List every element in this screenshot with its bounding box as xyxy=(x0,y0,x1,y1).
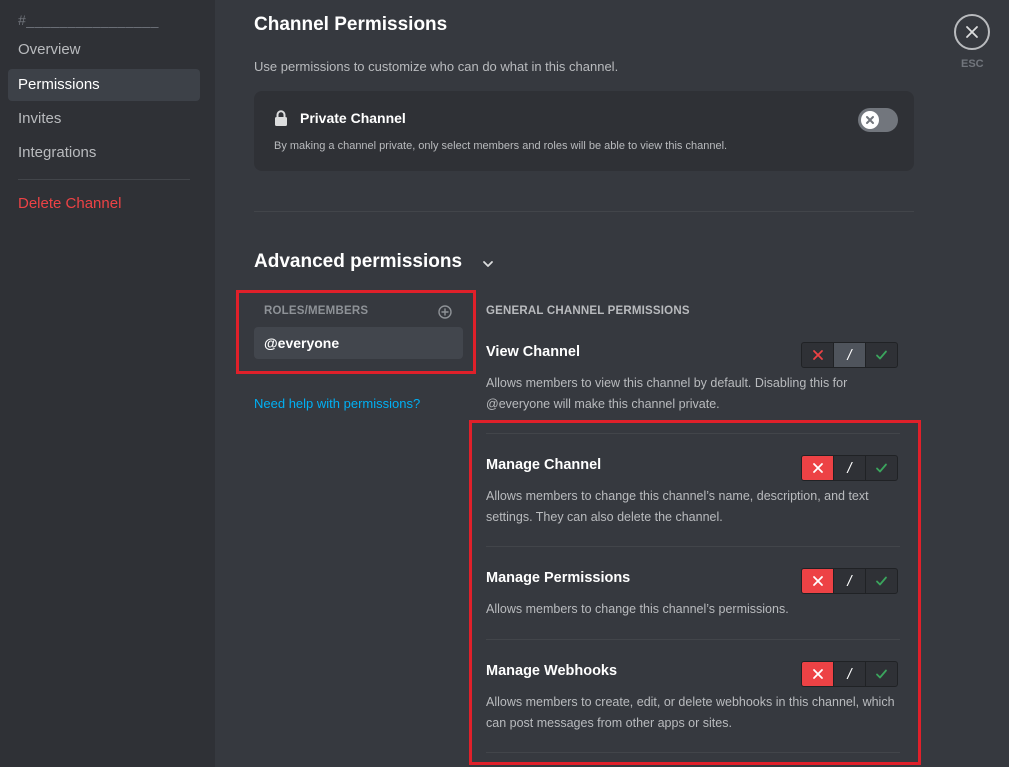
sidebar-item-invites[interactable]: Invites xyxy=(8,103,200,135)
deny-button[interactable] xyxy=(802,343,833,367)
permissions-help-link[interactable]: Need help with permissions? xyxy=(254,396,420,411)
sidebar-divider xyxy=(18,179,190,180)
private-channel-card: Private Channel By making a channel priv… xyxy=(254,91,914,171)
slash-icon: / xyxy=(847,346,852,364)
x-icon xyxy=(812,350,823,360)
lock-icon xyxy=(275,110,287,126)
check-icon xyxy=(876,350,887,360)
close-icon xyxy=(966,26,978,38)
permissions-highlight-box xyxy=(469,420,921,765)
page-description: Use permissions to customize who can do … xyxy=(254,59,619,74)
permission-name: View Channel xyxy=(486,344,581,360)
esc-label: ESC xyxy=(961,58,984,70)
permission-toggle-view-channel: / xyxy=(801,342,898,368)
neutral-button[interactable]: / xyxy=(833,343,865,367)
page-title: Channel Permissions xyxy=(254,14,448,35)
toggle-off-icon xyxy=(861,111,879,129)
channel-name-header: #________________ xyxy=(18,12,159,28)
permission-description: Allows members to view this channel by d… xyxy=(486,376,848,411)
private-channel-toggle[interactable] xyxy=(858,108,898,132)
sidebar-item-permissions[interactable]: Permissions xyxy=(8,69,200,101)
section-divider xyxy=(254,211,914,212)
close-button[interactable] xyxy=(954,14,990,50)
settings-sidebar: #________________ Overview Permissions I… xyxy=(0,0,215,767)
delete-channel-button[interactable]: Delete Channel xyxy=(8,188,200,220)
sidebar-item-integrations[interactable]: Integrations xyxy=(8,137,200,169)
allow-button[interactable] xyxy=(865,343,897,367)
private-channel-title: Private Channel xyxy=(300,110,406,126)
private-channel-description: By making a channel private, only select… xyxy=(274,140,728,152)
chevron-down-icon[interactable] xyxy=(481,257,495,271)
sidebar-item-overview[interactable]: Overview xyxy=(8,34,200,66)
roles-highlight-box xyxy=(236,290,476,374)
general-channel-permissions-header: GENERAL CHANNEL PERMISSIONS xyxy=(486,305,690,317)
advanced-permissions-title: Advanced permissions xyxy=(254,251,463,272)
